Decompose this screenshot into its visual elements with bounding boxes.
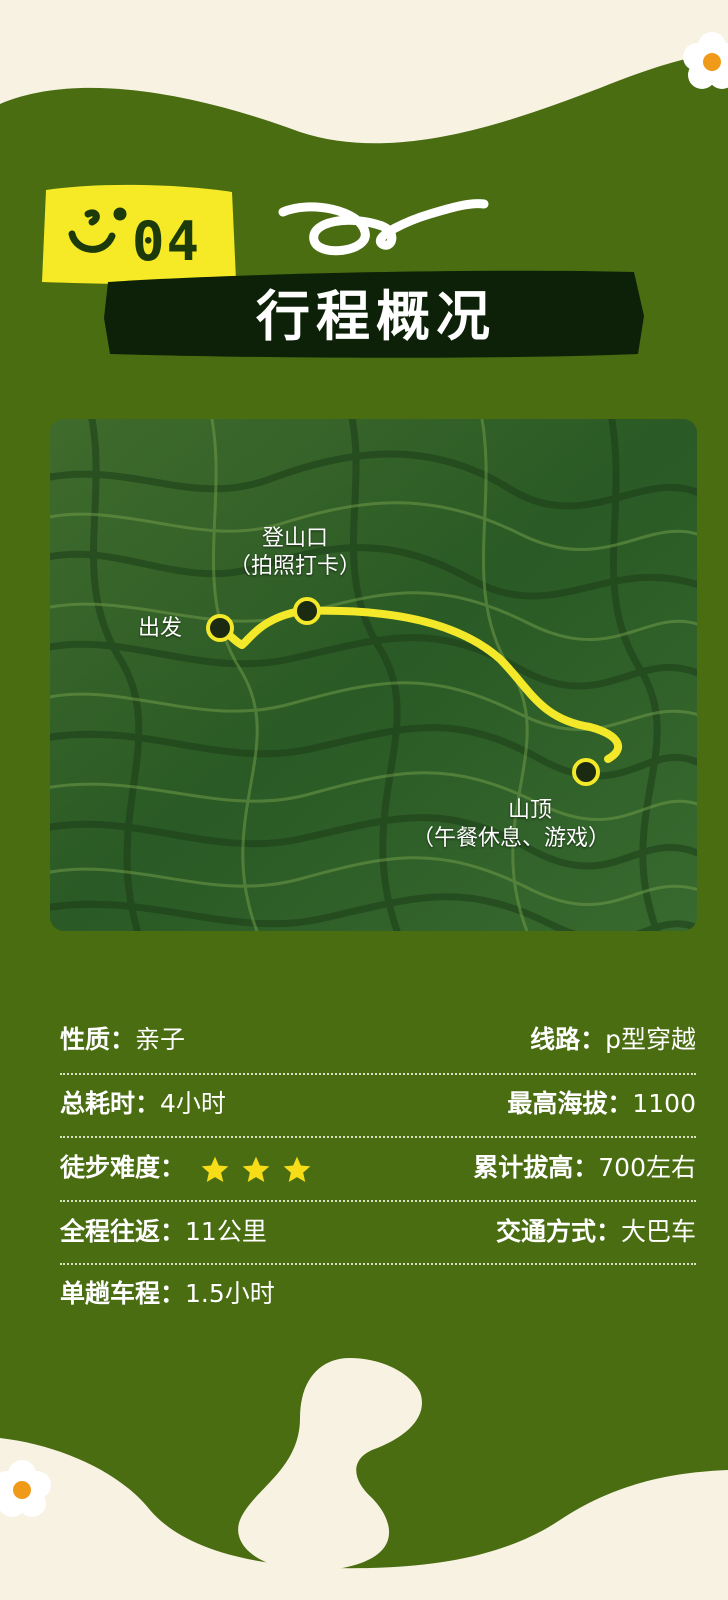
page-title: 行程概况 bbox=[256, 285, 496, 348]
nature-key: 性质： bbox=[60, 1025, 136, 1054]
start-marker bbox=[206, 614, 234, 642]
drive-time-key: 单趟车程： bbox=[60, 1279, 186, 1308]
summit-marker bbox=[572, 758, 600, 786]
terrain-image bbox=[50, 419, 697, 931]
start-label: 出发 bbox=[138, 616, 183, 641]
divider bbox=[60, 1200, 696, 1202]
elevation-gain-value: 700左右 bbox=[598, 1153, 696, 1182]
divider bbox=[60, 1263, 696, 1265]
divider bbox=[60, 1136, 696, 1138]
route-map: 出发 登山口 （拍照打卡） 山顶 （午餐休息、游戏） bbox=[50, 419, 697, 931]
route-type-key: 线路： bbox=[530, 1025, 606, 1054]
info-row: 徒步难度： 累计拔高：700左右 bbox=[60, 1146, 696, 1190]
elevation-gain-key: 累计拔高： bbox=[473, 1153, 599, 1182]
info-row: 总耗时：4小时 最高海拔：1100 bbox=[60, 1082, 696, 1126]
trailhead-marker bbox=[293, 597, 321, 625]
duration-value: 4小时 bbox=[160, 1089, 226, 1118]
difficulty-stars bbox=[199, 1147, 322, 1191]
max-altitude-key: 最高海拔： bbox=[507, 1089, 633, 1118]
star-icon bbox=[283, 1156, 311, 1182]
distance-key: 全程往返： bbox=[60, 1217, 186, 1246]
info-row: 单趟车程：1.5小时 bbox=[60, 1272, 696, 1316]
trailhead-label: 登山口 bbox=[261, 526, 328, 551]
nature-value: 亲子 bbox=[135, 1025, 186, 1054]
star-icon bbox=[201, 1156, 229, 1182]
trailhead-note: （拍照打卡） bbox=[228, 554, 361, 579]
poster: 04 行程概况 出发 登山口 （拍照打卡） 山顶 （午餐休息、游戏） 性质：亲子… bbox=[0, 0, 728, 1600]
summit-label: 山顶 bbox=[507, 798, 552, 823]
transport-key: 交通方式： bbox=[495, 1217, 621, 1246]
section-number: 04 bbox=[132, 210, 202, 273]
duration-key: 总耗时： bbox=[60, 1089, 161, 1118]
divider bbox=[60, 1073, 696, 1075]
route-type-value: p型穿越 bbox=[605, 1025, 696, 1054]
distance-value: 11公里 bbox=[185, 1217, 267, 1246]
max-altitude-value: 1100 bbox=[632, 1089, 696, 1118]
difficulty-key: 徒步难度： bbox=[60, 1153, 186, 1182]
summit-note: （午餐休息、游戏） bbox=[411, 826, 610, 851]
info-row: 全程往返：11公里 交通方式：大巴车 bbox=[60, 1210, 696, 1254]
flower-icon bbox=[683, 32, 728, 89]
drive-time-value: 1.5小时 bbox=[185, 1279, 275, 1308]
star-icon bbox=[242, 1156, 270, 1182]
info-row: 性质：亲子 线路：p型穿越 bbox=[60, 1018, 696, 1062]
transport-value: 大巴车 bbox=[620, 1217, 696, 1246]
